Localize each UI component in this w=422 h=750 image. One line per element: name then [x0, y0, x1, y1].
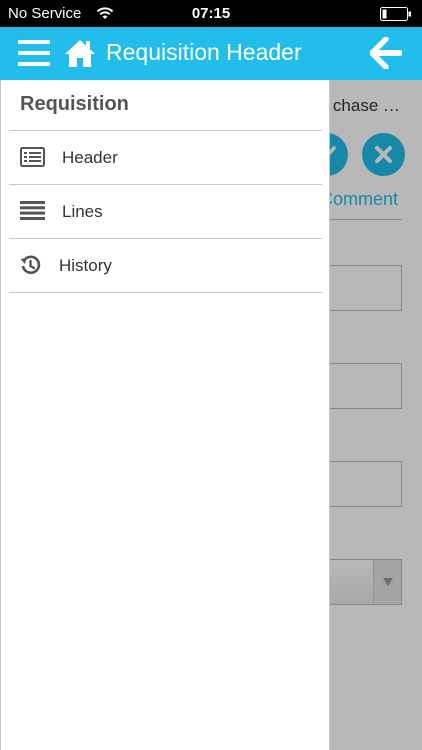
- header-list-icon: [20, 147, 45, 167]
- drawer-item-history[interactable]: History: [9, 239, 322, 293]
- page-title: Requisition Header: [106, 39, 302, 65]
- drawer-item-label: Lines: [62, 202, 103, 221]
- drawer-item-header[interactable]: Header: [9, 131, 322, 185]
- screen: No Service 07:15 Requisition Header chas…: [0, 0, 422, 750]
- drawer-menu: Header Lines History: [9, 130, 322, 293]
- menu-icon[interactable]: [18, 40, 50, 66]
- lines-icon: [20, 201, 45, 220]
- nav-bar: Requisition Header: [0, 27, 422, 80]
- drawer-title: Requisition: [20, 93, 129, 115]
- battery-icon: [380, 7, 411, 21]
- back-arrow-icon[interactable]: [370, 37, 404, 69]
- drawer-item-lines[interactable]: Lines: [9, 185, 322, 239]
- clock-label: 07:15: [191, 5, 231, 22]
- side-drawer: Requisition Header Lines History: [0, 80, 330, 750]
- home-icon[interactable]: [64, 38, 96, 68]
- status-bar: No Service 07:15: [0, 0, 422, 27]
- drawer-item-label: Header: [62, 148, 118, 167]
- history-icon: [20, 255, 41, 275]
- drawer-item-label: History: [59, 256, 112, 275]
